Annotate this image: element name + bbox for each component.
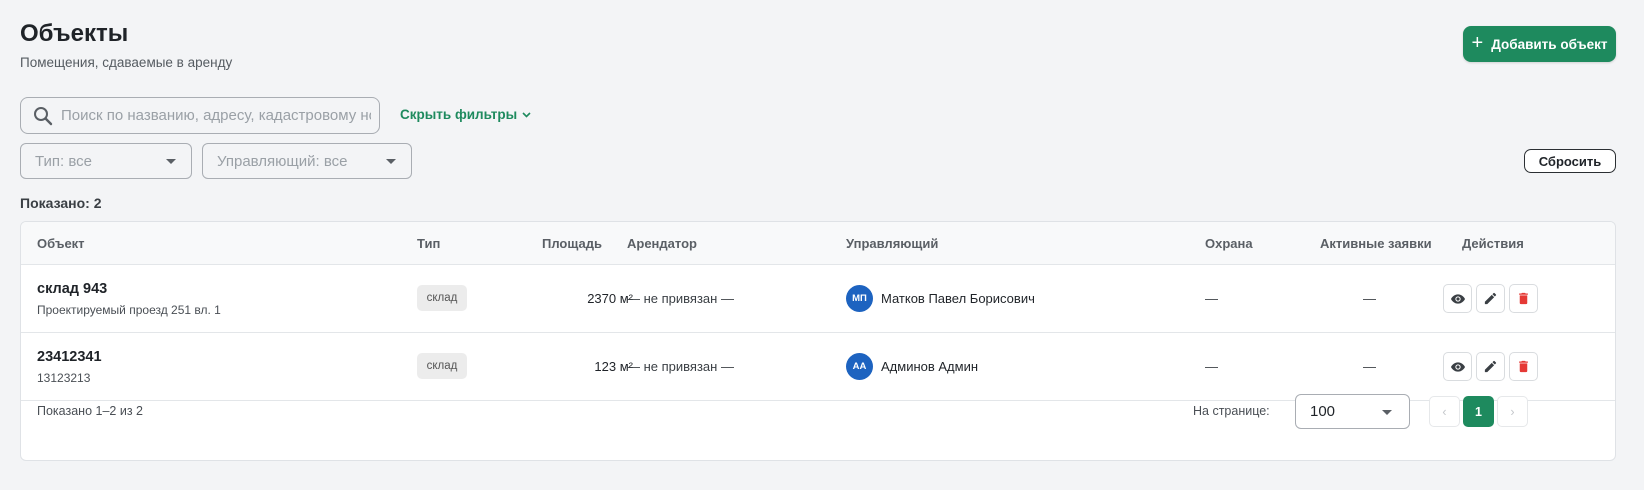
per-page-value: 100 [1310,403,1336,420]
search-icon [34,106,53,125]
column-header-manager: Управляющий [846,236,939,251]
manager-filter-select[interactable]: Управляющий: все [202,143,412,179]
guard-value: — [1205,359,1218,374]
page-1-button[interactable]: 1 [1463,396,1494,427]
pencil-icon [1484,292,1497,305]
avatar: АА [846,353,873,380]
edit-button[interactable] [1476,352,1505,381]
dropdown-caret-icon [1382,410,1392,415]
column-header-guard: Охрана [1205,236,1253,251]
page-header: Объекты Помещения, сдаваемые в аренду + … [20,18,1616,78]
manager-name: Матков Павел Борисович [881,291,1035,306]
table-header: Объект Тип Площадь Арендатор Управляющий… [21,222,1615,265]
avatar: МП [846,285,873,312]
table-row: склад 943 Проектируемый проезд 251 вл. 1… [21,265,1615,333]
add-object-label: Добавить объект [1491,36,1608,52]
dropdown-caret-icon [386,159,396,164]
object-address: Проектируемый проезд 251 вл. 1 [37,303,221,317]
view-button[interactable] [1443,284,1472,313]
dropdown-caret-icon [166,159,176,164]
column-header-tenant: Арендатор [627,236,697,251]
eye-icon [1450,293,1465,304]
manager-filter-value: Управляющий: все [217,152,348,170]
guard-value: — [1205,291,1218,306]
prev-page-button[interactable]: ‹ [1429,396,1460,427]
page-title: Объекты [20,20,129,47]
reset-filters-button[interactable]: Сбросить [1524,149,1616,173]
shown-label: Показано: [20,195,90,211]
hide-filters-label: Скрыть фильтры [400,107,518,122]
type-badge: склад [417,285,467,311]
page-subtitle: Помещения, сдаваемые в аренду [20,55,233,70]
search-box [20,97,380,134]
type-filter-select[interactable]: Тип: все [20,143,192,179]
type-filter-value: Тип: все [35,152,92,170]
object-address: 13123213 [37,371,91,385]
object-tenant: — не привязан — [627,291,734,306]
delete-button[interactable] [1509,352,1538,381]
trash-icon [1519,292,1528,305]
add-object-button[interactable]: + Добавить объект [1463,26,1616,62]
per-page-label: На странице: [1193,404,1270,418]
active-requests-value: — [1363,291,1376,306]
object-tenant: — не привязан — [627,359,734,374]
view-button[interactable] [1443,352,1472,381]
column-header-type: Тип [417,236,441,251]
search-input[interactable] [61,107,371,124]
type-badge: склад [417,353,467,379]
pencil-icon [1484,360,1497,373]
trash-icon [1519,360,1528,373]
column-header-actions: Действия [1462,236,1524,251]
range-text: Показано 1–2 из 2 [37,404,143,418]
plus-icon: + [1471,32,1484,54]
hide-filters-toggle[interactable]: Скрыть фильтры [400,107,531,122]
column-header-active-requests: Активные заявки [1320,236,1432,251]
objects-table: Объект Тип Площадь Арендатор Управляющий… [20,221,1616,461]
active-requests-value: — [1363,359,1376,374]
manager-name: Админов Админ [881,359,979,374]
object-name[interactable]: склад 943 [37,281,107,297]
object-name[interactable]: 23412341 [37,349,102,365]
shown-count: Показано: 2 [20,195,102,211]
next-page-button[interactable]: › [1497,396,1528,427]
column-header-object: Объект [37,236,85,251]
delete-button[interactable] [1509,284,1538,313]
edit-button[interactable] [1476,284,1505,313]
table-row: 23412341 13123213 склад 123 м² — не прив… [21,333,1615,401]
per-page-select[interactable]: 100 [1295,394,1410,429]
page: Объекты Помещения, сдаваемые в аренду + … [20,0,1616,490]
shown-value: 2 [93,195,102,211]
column-header-area: Площадь [542,236,602,251]
eye-icon [1450,361,1465,372]
chevron-down-icon [522,111,531,118]
